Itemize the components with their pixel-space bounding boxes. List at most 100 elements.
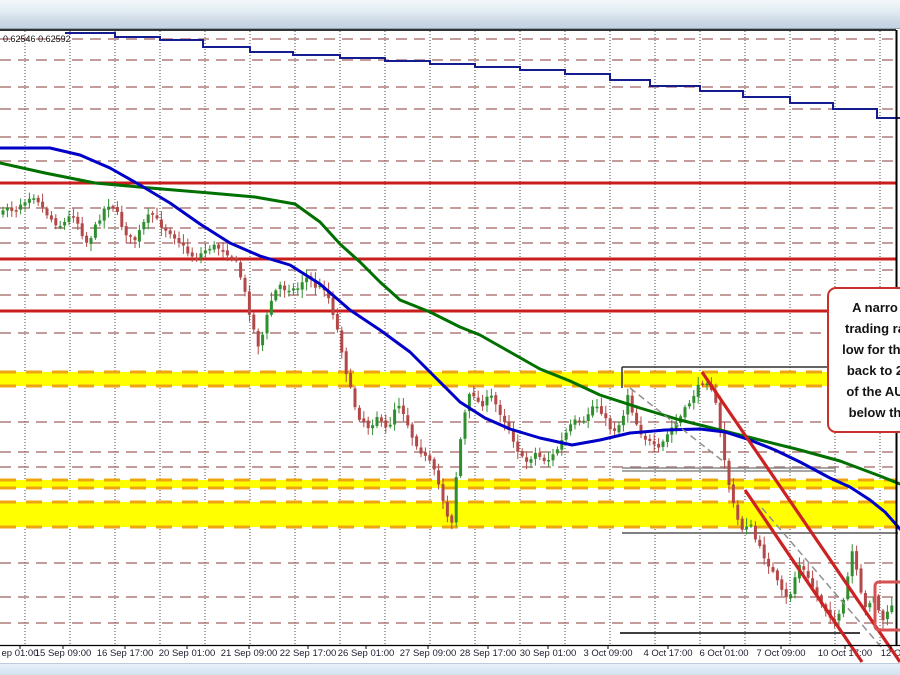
bid-price: 0.62546 [3, 34, 36, 44]
candle-body [182, 243, 185, 246]
candle-body [19, 205, 22, 210]
candle-body [103, 209, 106, 221]
candle-body [789, 594, 792, 598]
annotation-line: A narro [829, 297, 900, 318]
candle-body [90, 238, 93, 244]
candle-body [362, 418, 365, 421]
candle-body [257, 331, 260, 346]
candle-body [208, 249, 211, 251]
candle-body [270, 301, 273, 315]
candle-body [688, 403, 691, 406]
candle-body [574, 420, 577, 425]
candle-body [424, 452, 427, 456]
annotation-line: below th [829, 402, 900, 423]
candle-body [186, 247, 189, 254]
analyst-note[interactable]: A narro trading ra low for the back to 2… [827, 287, 900, 433]
candle-body [420, 448, 423, 454]
candle-body [538, 453, 541, 457]
candle-body [46, 208, 49, 215]
candle-body [442, 484, 445, 501]
candle-body [802, 566, 805, 570]
candle-body [428, 455, 431, 460]
candle-body [516, 442, 519, 452]
candle-body [552, 454, 555, 460]
candle-body [692, 396, 695, 403]
candle-body [389, 425, 392, 427]
candle-body [794, 577, 797, 594]
window-bottom-strip [0, 663, 900, 675]
candle-body [657, 444, 660, 448]
annotation-line: low for the [829, 339, 900, 360]
candle-body [578, 421, 581, 423]
candle-body [653, 441, 656, 444]
candle-body [490, 396, 493, 398]
candle-body [376, 417, 379, 426]
candle-body [459, 439, 462, 476]
candle-body [477, 398, 480, 402]
price-chart[interactable] [0, 0, 900, 675]
candle-body [481, 401, 484, 406]
candle-body [349, 373, 352, 387]
candle-body [882, 611, 885, 621]
candle-body [85, 236, 88, 243]
candle-body [15, 210, 18, 212]
candle-body [701, 384, 704, 386]
candle-body [301, 282, 304, 289]
candle-body [530, 459, 533, 463]
candle-body [684, 407, 687, 417]
candle-body [398, 406, 401, 409]
candle-body [635, 413, 638, 425]
candle-body [618, 425, 621, 432]
candle-body [151, 213, 154, 215]
window-toolbar-strip [0, 0, 900, 29]
candle-body [758, 540, 761, 546]
candle-body [134, 237, 137, 240]
candle-body [230, 257, 233, 260]
candle-body [142, 222, 145, 229]
candle-body [222, 250, 225, 252]
candle-body [393, 410, 396, 425]
candle-body [217, 245, 220, 249]
candle-body [340, 331, 343, 353]
chart-background [0, 30, 896, 645]
candle-body [785, 589, 788, 597]
candle-body [367, 420, 370, 428]
candle-body [81, 223, 84, 236]
candle-body [147, 214, 150, 222]
candle-body [266, 315, 269, 334]
candle-body [129, 235, 132, 237]
candle-body [59, 226, 62, 228]
candle-body [851, 551, 854, 576]
candle-body [402, 406, 405, 414]
candle-body [565, 433, 568, 440]
candle-body [98, 220, 101, 223]
candle-body [596, 407, 599, 409]
candle-body [63, 222, 66, 225]
candle-body [728, 461, 731, 485]
candle-body [120, 212, 123, 227]
candle-body [178, 238, 181, 243]
trading-app-window: 0.62546 0.62592 ep 01:0015 Sep 09:0016 S… [0, 0, 900, 675]
candle-body [767, 559, 770, 567]
candle-body [838, 614, 841, 621]
candle-body [274, 290, 277, 300]
candle-body [446, 502, 449, 516]
candle-body [666, 434, 669, 442]
candle-body [648, 439, 651, 441]
candle-body [169, 230, 172, 234]
candle-body [358, 408, 361, 420]
candle-body [116, 207, 119, 212]
candle-body [2, 210, 5, 214]
candle-body [296, 288, 299, 290]
candle-body [706, 384, 709, 386]
candle-body [10, 208, 13, 211]
candle-body [345, 351, 348, 374]
candle-body [54, 218, 57, 225]
ask-price: 0.62592 [38, 34, 71, 44]
candle-body [503, 416, 506, 422]
candle-body [28, 199, 31, 203]
candle-body [741, 519, 744, 530]
candle-body [107, 207, 110, 210]
candle-body [723, 430, 726, 460]
candle-body [521, 451, 524, 456]
